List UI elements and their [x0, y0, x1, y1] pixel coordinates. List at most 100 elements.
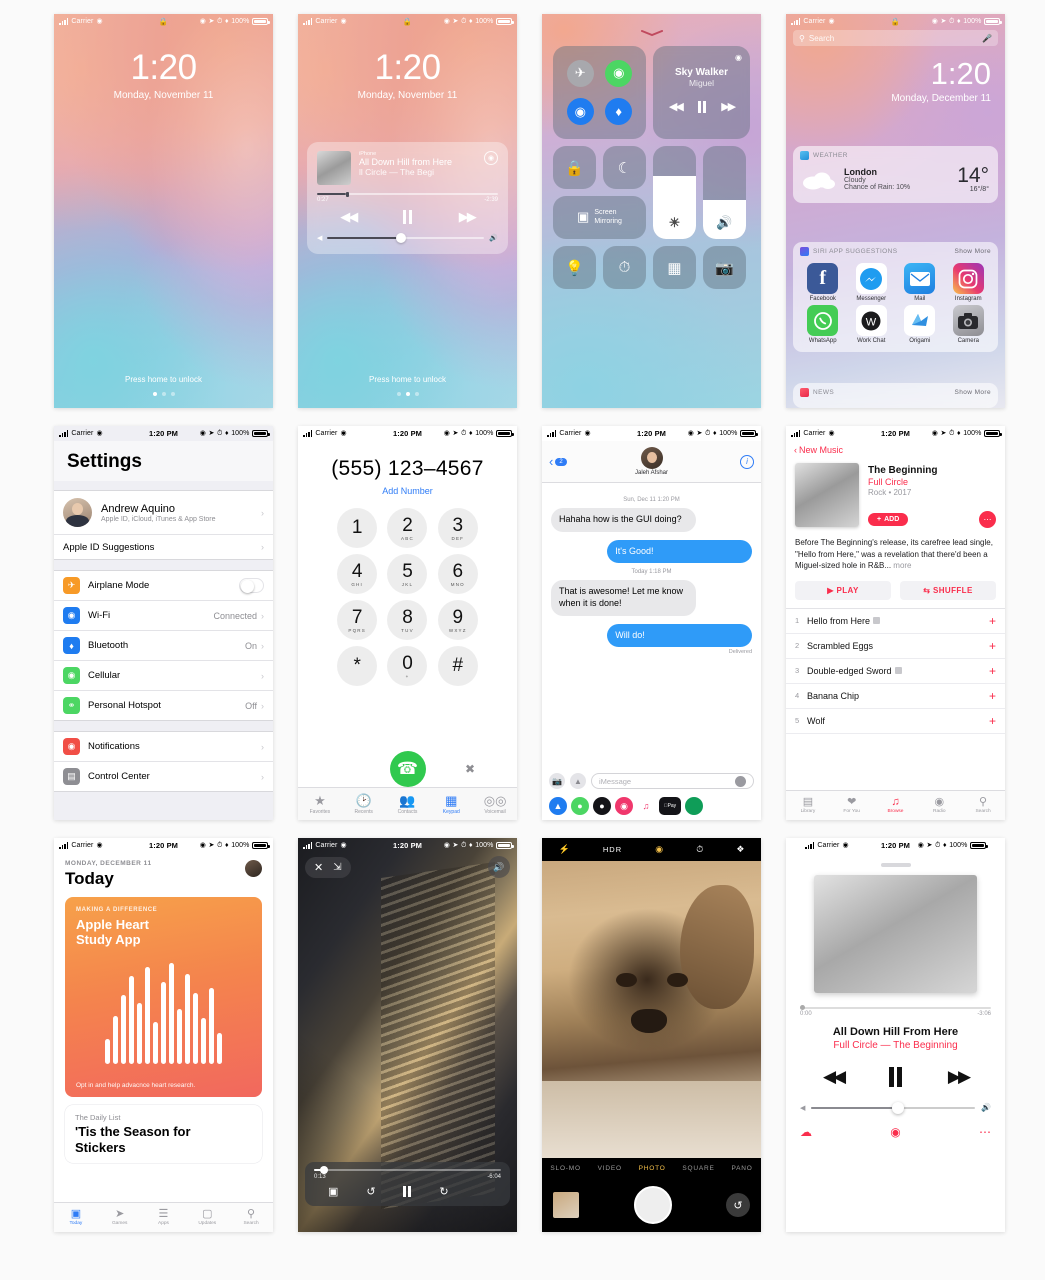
key-5[interactable]: 5 JKL	[387, 554, 428, 594]
shutter-button[interactable]	[633, 1186, 672, 1224]
volume-slider[interactable]	[327, 233, 485, 243]
settings-row-personal-hotspot[interactable]: ⚭ Personal Hotspot Off ›	[54, 691, 273, 720]
key-0[interactable]: 0 +	[387, 646, 428, 686]
news-widget[interactable]: NEWS Show More	[793, 383, 998, 408]
moon-icon[interactable]: ☾	[603, 146, 646, 189]
calculator-icon[interactable]: ▦	[653, 246, 696, 289]
fast-forward-icon[interactable]: ▶▶	[721, 100, 736, 113]
tab-updates[interactable]: ▢ Updates	[185, 1203, 229, 1232]
track-row[interactable]: 4 Banana Chip +	[786, 684, 1005, 709]
wifi-icon[interactable]: ◉	[566, 98, 594, 126]
siri-show-more-button[interactable]: Show More	[955, 248, 991, 255]
video-scrubber[interactable]	[314, 1165, 501, 1174]
add-track-icon[interactable]: +	[989, 614, 996, 628]
back-button[interactable]: ‹ New Music	[786, 441, 1005, 460]
avatar[interactable]	[245, 860, 262, 877]
mic-icon[interactable]	[735, 775, 746, 787]
tab-contacts[interactable]: 👥 Contacts	[386, 794, 430, 815]
filters-icon[interactable]: ❖	[736, 844, 744, 855]
more-icon[interactable]: ⋯	[979, 1125, 991, 1139]
featured-card[interactable]: MAKING A DIFFERENCE Apple Heart Study Ap…	[65, 897, 262, 1097]
cellular-icon[interactable]: ◉	[605, 59, 633, 87]
key-8[interactable]: 8 TUV	[387, 600, 428, 640]
add-track-icon[interactable]: +	[989, 714, 996, 728]
music-widget[interactable]: iPhone All Down Hill from Here ll Circle…	[307, 142, 508, 254]
sheet-grabber[interactable]	[880, 863, 911, 867]
siri-app-camera[interactable]: Camera	[946, 305, 992, 344]
music-card[interactable]: ◉ Sky Walker Miguel ◀◀ ▶▶	[653, 46, 750, 139]
key-7[interactable]: 7 PQRS	[337, 600, 378, 640]
track-row[interactable]: 2 Scrambled Eggs +	[786, 634, 1005, 659]
tab-radio[interactable]: ◉ Radio	[917, 791, 961, 820]
timer-icon[interactable]: ⏱	[603, 246, 646, 289]
airplay-icon[interactable]: ▣	[328, 1185, 338, 1198]
screen-mirroring-button[interactable]: ▣ Screen Mirroring	[553, 196, 646, 239]
volume-slider[interactable]	[811, 1101, 976, 1114]
forward-15-icon[interactable]: ↻	[439, 1185, 448, 1198]
images-icon[interactable]: ◉	[615, 797, 633, 815]
add-track-icon[interactable]: +	[989, 639, 996, 653]
pause-icon[interactable]	[403, 1186, 412, 1197]
mic-icon[interactable]: 🎤	[982, 34, 992, 43]
settings-row-control-center[interactable]: ▤ Control Center ›	[54, 762, 273, 791]
tab-keypad[interactable]: ▦ Keypad	[429, 794, 473, 815]
flash-icon[interactable]: ⚡	[559, 844, 570, 855]
key-1[interactable]: 1	[337, 508, 378, 548]
mode-photo[interactable]: PHOTO	[639, 1165, 666, 1172]
tab-search[interactable]: ⚲ Search	[961, 791, 1005, 820]
airplay-icon[interactable]: ◉	[484, 151, 498, 165]
mode-slo-mo[interactable]: SLO-MO	[550, 1165, 580, 1172]
flip-camera-icon[interactable]: ↺	[726, 1193, 750, 1217]
second-card[interactable]: The Daily List 'Tis the Season for Stick…	[65, 1105, 262, 1164]
close-icon[interactable]: ✕	[314, 861, 323, 874]
mode-pano[interactable]: PANO	[731, 1165, 752, 1172]
hdr-label[interactable]: HDR	[603, 845, 622, 854]
tab-today[interactable]: ▣ Today	[54, 1203, 98, 1232]
tab-search[interactable]: ⚲ Search	[229, 1203, 273, 1232]
tab-library[interactable]: ▤ Library	[786, 791, 830, 820]
imessage-input[interactable]: iMessage	[591, 773, 754, 789]
music-note-icon[interactable]: ♫	[637, 797, 655, 815]
tab-games[interactable]: ➤ Games	[98, 1203, 142, 1232]
news-show-more-button[interactable]: Show More	[955, 389, 991, 396]
album-artist[interactable]: Full Circle	[868, 477, 996, 487]
apple-id-suggestions-row[interactable]: Apple ID Suggestions ›	[54, 535, 273, 559]
add-track-icon[interactable]: +	[989, 689, 996, 703]
shrink-icon[interactable]: ⇲	[333, 862, 341, 873]
mode-video[interactable]: VIDEO	[598, 1165, 622, 1172]
play-button[interactable]: ▶ PLAY	[795, 580, 891, 600]
tab-for-you[interactable]: ❤ For You	[830, 791, 874, 820]
camera-icon[interactable]: 📷	[703, 246, 746, 289]
key-hash[interactable]: #	[437, 646, 478, 686]
apple-id-row[interactable]: Andrew Aquino Apple ID, iCloud, iTunes &…	[54, 491, 273, 535]
flashlight-icon[interactable]: 💡	[553, 246, 596, 289]
live-photo-icon[interactable]: ◉	[655, 844, 663, 855]
rotation-lock-icon[interactable]: 🔒	[553, 146, 596, 189]
settings-row-notifications[interactable]: ◉ Notifications ›	[54, 732, 273, 762]
tab-browse[interactable]: ♫ Browse	[874, 791, 918, 820]
last-photo-thumbnail[interactable]	[553, 1192, 579, 1218]
settings-row-cellular[interactable]: ◉ Cellular ›	[54, 661, 273, 691]
key-2[interactable]: 2 ABC	[387, 508, 428, 548]
camera-viewfinder[interactable]	[542, 861, 761, 1158]
siri-app-facebook[interactable]: f Facebook	[800, 263, 846, 302]
add-button[interactable]: + ADD	[868, 513, 909, 526]
track-row[interactable]: 5 Wolf +	[786, 709, 1005, 734]
rewind-icon[interactable]: ◀◀	[669, 100, 684, 113]
settings-row-airplane-mode[interactable]: ✈ Airplane Mode	[54, 571, 273, 601]
scrubber[interactable]	[800, 1005, 991, 1010]
siri-app-instagram[interactable]: Instagram	[946, 263, 992, 302]
fast-forward-icon[interactable]: ▶▶	[948, 1067, 971, 1087]
grabber-chevron-icon[interactable]	[640, 30, 663, 36]
siri-app-work-chat[interactable]: W Work Chat	[849, 305, 895, 344]
rewind-icon[interactable]: ◀◀	[340, 209, 358, 225]
delete-icon[interactable]: ✖	[465, 762, 475, 776]
contact-header[interactable]: Jaleh Afshar	[542, 447, 761, 476]
airplay-icon[interactable]: ◉	[735, 53, 742, 62]
green-app-icon[interactable]	[685, 797, 703, 815]
rewind-icon[interactable]: ◀◀	[823, 1067, 846, 1087]
tab-apps[interactable]: ☰ Apps	[142, 1203, 186, 1232]
siri-app-whatsapp[interactable]: WhatsApp	[800, 305, 846, 344]
airplane-icon[interactable]: ✈	[566, 59, 594, 87]
volume-slider[interactable]: 🔊	[703, 146, 746, 239]
